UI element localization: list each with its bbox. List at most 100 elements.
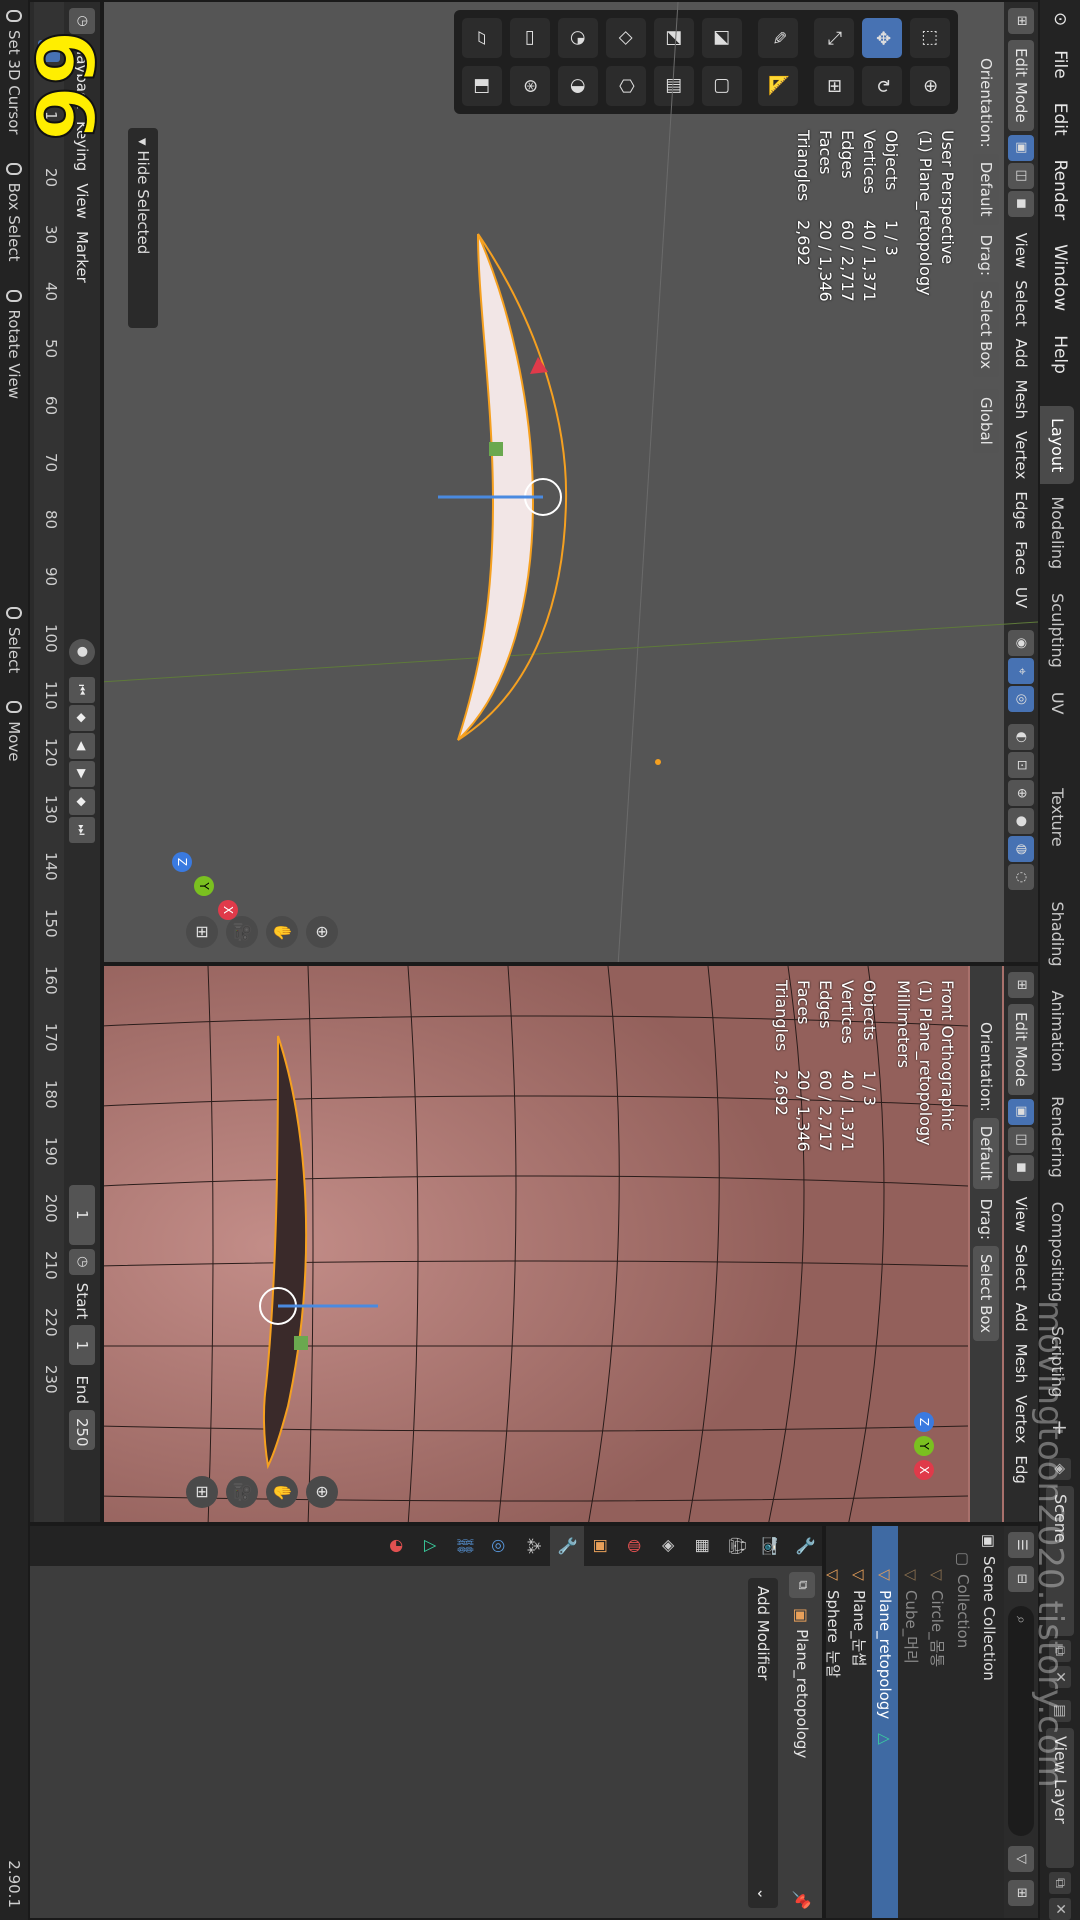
render-tab-icon[interactable]: 📷 xyxy=(754,1526,788,1566)
current-frame-field[interactable]: 1 xyxy=(69,1184,95,1245)
gizmo-y-label[interactable]: Y xyxy=(194,876,214,896)
modifier-tab-icon[interactable]: 🔧 xyxy=(550,1526,584,1566)
timeline-tick: 130 xyxy=(42,795,60,824)
object-icon: ▽ xyxy=(928,1569,946,1581)
stat-label: Objects xyxy=(860,980,879,1041)
object-tab-icon[interactable]: ▣ xyxy=(584,1526,618,1566)
end-frame-field[interactable]: 250 xyxy=(69,1409,95,1450)
drag-dropdown[interactable]: Select Box xyxy=(973,1246,999,1341)
menu-edit[interactable]: Edit xyxy=(1040,91,1080,148)
tab-sculpting[interactable]: Sculpting xyxy=(1040,581,1074,680)
outliner-item-sphere-eye[interactable]: ▽ Sphere_눈알 xyxy=(824,1526,846,1918)
editor-type-icon[interactable]: ⊞ xyxy=(1008,972,1034,998)
filter-icon[interactable]: ▽ xyxy=(1008,1846,1034,1872)
timeline-ruler[interactable]: 1 10 20 30 40 50 60 70 80 90 100 110 120 130 140 150 16… xyxy=(34,2,64,1524)
status-label: Rotate View xyxy=(5,309,23,399)
vertex-select-icon[interactable]: ▣ xyxy=(1008,1098,1034,1125)
zoom-button[interactable]: ⊕ xyxy=(306,916,338,948)
world-tab-icon[interactable]: ◍ xyxy=(618,1526,652,1566)
stat-value: 60 / 2,717 xyxy=(816,1070,835,1152)
physics-tab-icon[interactable]: ◎ xyxy=(482,1526,516,1566)
next-keyframe-icon[interactable]: ◆ xyxy=(69,788,95,815)
menu-help[interactable]: Help xyxy=(1040,323,1080,386)
record-button[interactable]: ● xyxy=(69,638,95,665)
axis-gizmo[interactable]: X Y Z xyxy=(168,852,238,922)
particles-tab-icon[interactable]: ⁂ xyxy=(516,1526,550,1566)
timeline[interactable]: ◷ Playback Keying View Marker ● ⏮ ◆ ◀ ▶ … xyxy=(28,0,102,1524)
close-view-layer-icon[interactable]: ✕ xyxy=(1049,1898,1071,1920)
view-layer-tab-icon[interactable]: ▦ xyxy=(686,1526,720,1566)
tab-modeling[interactable]: Modeling xyxy=(1040,484,1074,581)
menu-render[interactable]: Render xyxy=(1040,148,1080,233)
tab-shading[interactable]: Shading xyxy=(1040,890,1074,979)
tab-rendering[interactable]: Rendering xyxy=(1040,1084,1074,1190)
outliner-item-plane-retopology[interactable]: ▽ Plane_retopology △ xyxy=(872,1526,898,1918)
mouse-icon xyxy=(6,701,22,714)
last-operation-panel[interactable]: ▾ Hide Selected xyxy=(128,128,158,328)
status-rotate-view: Rotate View xyxy=(5,289,23,399)
tab-animation[interactable]: Animation xyxy=(1040,979,1074,1085)
outliner-item-label: Collection xyxy=(954,1574,972,1649)
gizmo-x-label[interactable]: X xyxy=(218,900,238,920)
pan-button[interactable]: ✋ xyxy=(266,1476,298,1508)
pan-button[interactable]: ✋ xyxy=(266,916,298,948)
outliner-item-circle[interactable]: ▽ Circle_몸통 xyxy=(924,1526,950,1918)
outliner-item-cube[interactable]: ▽ Cube_머리 xyxy=(898,1526,924,1918)
blender-window: ⊙ File Edit Render Window Help Layout Mo… xyxy=(0,0,1080,1920)
gizmo-z-label[interactable]: Z xyxy=(172,852,192,872)
outliner-item-scene-collection[interactable]: ▣ Scene Collection xyxy=(976,1526,1002,1918)
gizmo-plane-handle xyxy=(294,1336,308,1350)
camera-view-button[interactable]: 🎥 xyxy=(226,1476,258,1508)
grid-axis-y xyxy=(102,621,1038,683)
material-tab-icon[interactable]: ◕ xyxy=(380,1526,414,1566)
jump-end-icon[interactable]: ⏭ xyxy=(69,816,95,843)
start-frame-field[interactable]: 1 xyxy=(69,1325,95,1366)
pin-icon[interactable]: 📌 xyxy=(793,1890,812,1910)
axis-gizmo[interactable]: X Y Z xyxy=(888,1412,958,1482)
menu-select[interactable]: Select xyxy=(1008,1238,1034,1296)
tab-layout[interactable]: Layout xyxy=(1040,405,1074,485)
tab-uv-editing[interactable]: UV Editing xyxy=(1014,680,1074,776)
tab-compositing[interactable]: Compositing xyxy=(1040,1190,1074,1314)
zoom-button[interactable]: ⊕ xyxy=(306,1476,338,1508)
menu-view[interactable]: View xyxy=(1008,1191,1034,1239)
gizmo-z-label[interactable]: Z xyxy=(914,1412,934,1432)
play-reverse-icon[interactable]: ◀ xyxy=(69,732,95,759)
editor-type-icon[interactable]: ⧉ xyxy=(789,1572,815,1598)
tab-texture-paint[interactable]: Texture Paint xyxy=(1014,776,1074,889)
jump-start-icon[interactable]: ⏮ xyxy=(69,676,95,703)
stat-label: Edges xyxy=(816,980,835,1029)
outliner-item-collection[interactable]: ▢ Collection xyxy=(950,1526,976,1918)
ortho-toggle-button[interactable]: ⊞ xyxy=(186,1476,218,1508)
viewport-right[interactable]: ⊞ Edit Mode ▣ ◫ ◼ View Select Add Mesh V… xyxy=(102,964,1040,1524)
menu-file[interactable]: File xyxy=(1040,38,1080,90)
orientation-dropdown[interactable]: Default xyxy=(973,1117,999,1189)
menu-window[interactable]: Window xyxy=(1040,232,1080,323)
add-modifier-button[interactable]: Add Modifier ⌄ xyxy=(748,1578,778,1908)
tool-tab-icon[interactable]: 🔧 xyxy=(788,1526,822,1566)
stat-value: 20 / 1,346 xyxy=(794,1070,813,1152)
outliner-item-plane-eyebrow[interactable]: ▽ Plane_눈썹 xyxy=(846,1526,872,1918)
prev-keyframe-icon[interactable]: ◆ xyxy=(69,704,95,731)
mesh-data-icon[interactable]: △ xyxy=(872,1733,898,1745)
scene-tab-icon[interactable]: ◈ xyxy=(652,1526,686,1566)
copy-view-layer-icon[interactable]: ⧉ xyxy=(1049,1872,1071,1894)
outliner[interactable]: ☰ ⊟ ⌕ ▽ ⊞ ▣ Scene Collection ▢ Collection … xyxy=(824,1524,1040,1920)
gizmo-y-label[interactable]: Y xyxy=(914,1436,934,1456)
viewport-left[interactable]: ⊞ Edit Mode ▣ ◫ ◼ View Select Add Mesh V… xyxy=(102,0,1040,964)
gizmo-x-label[interactable]: X xyxy=(914,1460,934,1480)
data-tab-icon[interactable]: △ xyxy=(414,1526,448,1566)
menu-marker[interactable]: Marker xyxy=(69,225,95,289)
collapse-icon[interactable]: ▾ xyxy=(134,138,152,150)
edge-select-icon[interactable]: ◫ xyxy=(1008,1126,1034,1153)
menu-view[interactable]: View xyxy=(69,177,95,225)
properties-editor[interactable]: 🔧 📷 🖨 ▦ ◈ ◍ ▣ 🔧 ⁂ ◎ ⛓ △ ◕ ⧉ ▣ Plane_reto… xyxy=(28,1524,824,1920)
blender-logo-icon[interactable]: ⊙ xyxy=(1040,0,1080,38)
mode-dropdown[interactable]: Edit Mode xyxy=(1008,1004,1034,1095)
clock-icon[interactable]: ◷ xyxy=(69,1248,95,1275)
constraints-tab-icon[interactable]: ⛓ xyxy=(448,1526,482,1566)
new-collection-icon[interactable]: ⊞ xyxy=(1008,1880,1034,1906)
play-icon[interactable]: ▶ xyxy=(69,760,95,787)
face-select-icon[interactable]: ◼ xyxy=(1008,1154,1034,1181)
output-tab-icon[interactable]: 🖨 xyxy=(720,1526,754,1566)
